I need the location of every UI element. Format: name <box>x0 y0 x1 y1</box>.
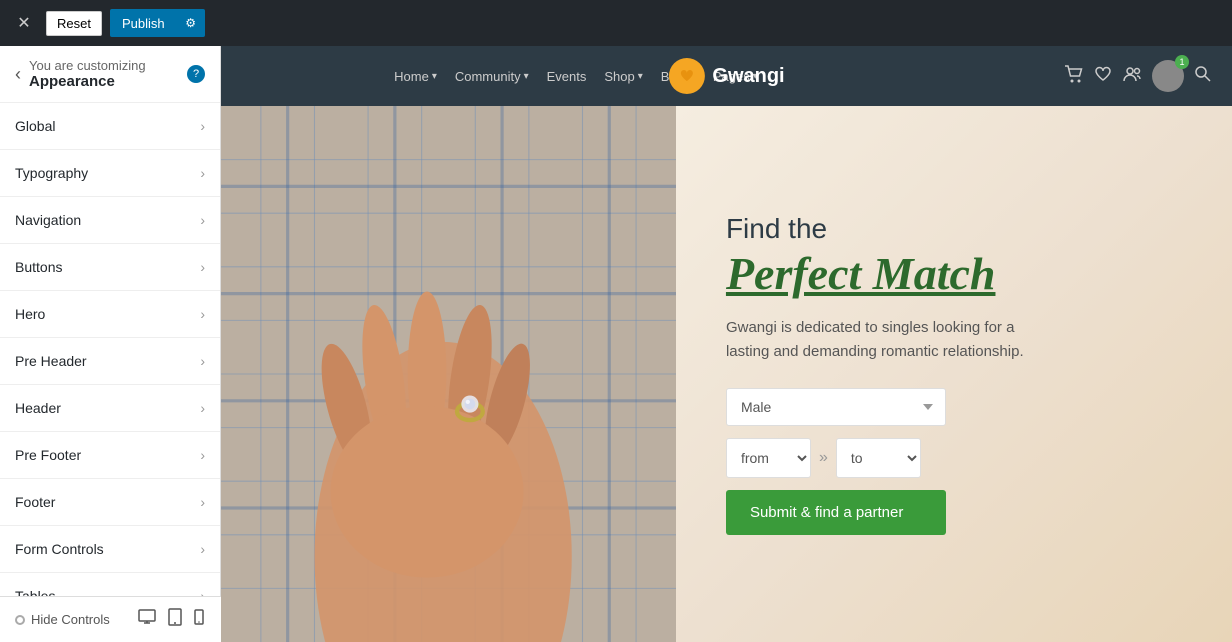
back-button[interactable]: ‹ <box>15 65 21 83</box>
chevron-icon: › <box>200 118 205 134</box>
sidebar-item-pre-footer[interactable]: Pre Footer › <box>0 432 220 479</box>
sidebar-item-label: Typography <box>15 165 88 181</box>
customizing-label: You are customizing <box>29 58 146 73</box>
age-arrow-icon: » <box>819 449 828 467</box>
hide-controls-toggle[interactable]: Hide Controls <box>15 612 110 627</box>
sidebar-item-label: Footer <box>15 494 55 510</box>
chevron-icon: › <box>200 353 205 369</box>
logo-heart-icon <box>668 58 704 94</box>
nav-item-shop[interactable]: Shop ▾ <box>604 69 642 84</box>
site-header: Gwangi Home ▾ Community ▾ Events Shop ▾ … <box>221 46 1232 106</box>
hide-controls-circle <box>15 615 25 625</box>
chevron-icon: › <box>200 165 205 181</box>
sidebar-item-label: Form Controls <box>15 541 104 557</box>
desktop-view-button[interactable] <box>136 606 158 633</box>
sidebar-header-info-block: You are customizing Appearance <box>29 58 146 90</box>
hero-form: Male Female from » to Submit & find a pa… <box>726 388 1182 535</box>
publish-button[interactable]: Publish <box>110 9 177 37</box>
sidebar-item-buttons[interactable]: Buttons › <box>0 244 220 291</box>
chevron-icon: › <box>200 306 205 322</box>
bottom-bar: Hide Controls <box>0 596 221 642</box>
sidebar-item-label: Buttons <box>15 259 62 275</box>
sidebar-item-label: Pre Header <box>15 353 87 369</box>
cart-icon[interactable] <box>1064 65 1084 88</box>
sidebar-item-global[interactable]: Global › <box>0 103 220 150</box>
close-button[interactable]: ✕ <box>10 9 38 37</box>
chevron-icon: › <box>200 259 205 275</box>
reset-button[interactable]: Reset <box>46 11 102 36</box>
sidebar-item-footer[interactable]: Footer › <box>0 479 220 526</box>
chevron-icon: › <box>200 541 205 557</box>
main-area: ‹ You are customizing Appearance ? Globa… <box>0 46 1232 642</box>
nav-icons: 1 <box>1064 60 1212 92</box>
age-to-select[interactable]: to <box>836 438 921 478</box>
sidebar-title: Appearance <box>29 73 146 90</box>
sidebar-item-label: Navigation <box>15 212 81 228</box>
sidebar-item-label: Hero <box>15 306 45 322</box>
chevron-icon: › <box>200 400 205 416</box>
friends-icon[interactable] <box>1122 66 1142 87</box>
hero-title: Perfect Match <box>726 249 1182 300</box>
logo-text: Gwangi <box>712 65 784 88</box>
age-from-select[interactable]: from <box>726 438 811 478</box>
bottom-bar-icons <box>136 606 206 633</box>
sidebar-item-tables[interactable]: Tables › <box>0 573 220 596</box>
nav-item-home[interactable]: Home ▾ <box>394 69 437 84</box>
submit-button[interactable]: Submit & find a partner <box>726 490 946 535</box>
search-icon[interactable] <box>1194 65 1212 88</box>
sidebar-item-hero[interactable]: Hero › <box>0 291 220 338</box>
wishlist-icon[interactable] <box>1094 66 1112 87</box>
hero-image <box>221 106 676 642</box>
hero-content: Find the Perfect Match Gwangi is dedicat… <box>676 106 1232 642</box>
sidebar-item-label: Pre Footer <box>15 447 81 463</box>
sidebar-item-typography[interactable]: Typography › <box>0 150 220 197</box>
nav-item-community[interactable]: Community ▾ <box>455 69 529 84</box>
gender-select[interactable]: Male Female <box>726 388 946 426</box>
chevron-icon: › <box>200 212 205 228</box>
sidebar-item-header[interactable]: Header › <box>0 385 220 432</box>
sidebar-menu: Global › Typography › Navigation › Butto… <box>0 103 220 596</box>
hero-description: Gwangi is dedicated to singles looking f… <box>726 316 1026 364</box>
avatar[interactable]: 1 <box>1152 60 1184 92</box>
hero-subtitle: Find the <box>726 213 1182 245</box>
hide-controls-label: Hide Controls <box>31 612 110 627</box>
profile-badge: 1 <box>1175 55 1189 69</box>
age-row: from » to <box>726 438 1182 478</box>
chevron-icon: › <box>200 588 205 596</box>
chevron-icon: › <box>200 494 205 510</box>
site-nav: Gwangi Home ▾ Community ▾ Events Shop ▾ … <box>221 60 1232 92</box>
sidebar-item-label: Tables <box>15 588 55 596</box>
sidebar-header: ‹ You are customizing Appearance ? <box>0 46 220 103</box>
sidebar-panel: ‹ You are customizing Appearance ? Globa… <box>0 46 221 642</box>
preview-area: Gwangi Home ▾ Community ▾ Events Shop ▾ … <box>221 46 1232 642</box>
nav-item-events[interactable]: Events <box>547 69 587 84</box>
chevron-icon: › <box>200 447 205 463</box>
hero-section: Find the Perfect Match Gwangi is dedicat… <box>221 106 1232 642</box>
publish-gear-button[interactable]: ⚙ <box>177 9 205 37</box>
sidebar-item-pre-header[interactable]: Pre Header › <box>0 338 220 385</box>
site-logo: Gwangi <box>668 58 784 94</box>
sidebar-item-navigation[interactable]: Navigation › <box>0 197 220 244</box>
tablet-view-button[interactable] <box>166 606 184 633</box>
mobile-view-button[interactable] <box>192 606 206 633</box>
customizer-toolbar: ✕ Reset Publish ⚙ <box>0 0 1232 46</box>
sidebar-item-label: Header <box>15 400 61 416</box>
customizer-sidebar: ‹ You are customizing Appearance ? Globa… <box>0 46 221 596</box>
sidebar-item-label: Global <box>15 118 55 134</box>
info-button[interactable]: ? <box>187 65 205 83</box>
publish-group: Publish ⚙ <box>110 9 205 37</box>
sidebar-item-form-controls[interactable]: Form Controls › <box>0 526 220 573</box>
